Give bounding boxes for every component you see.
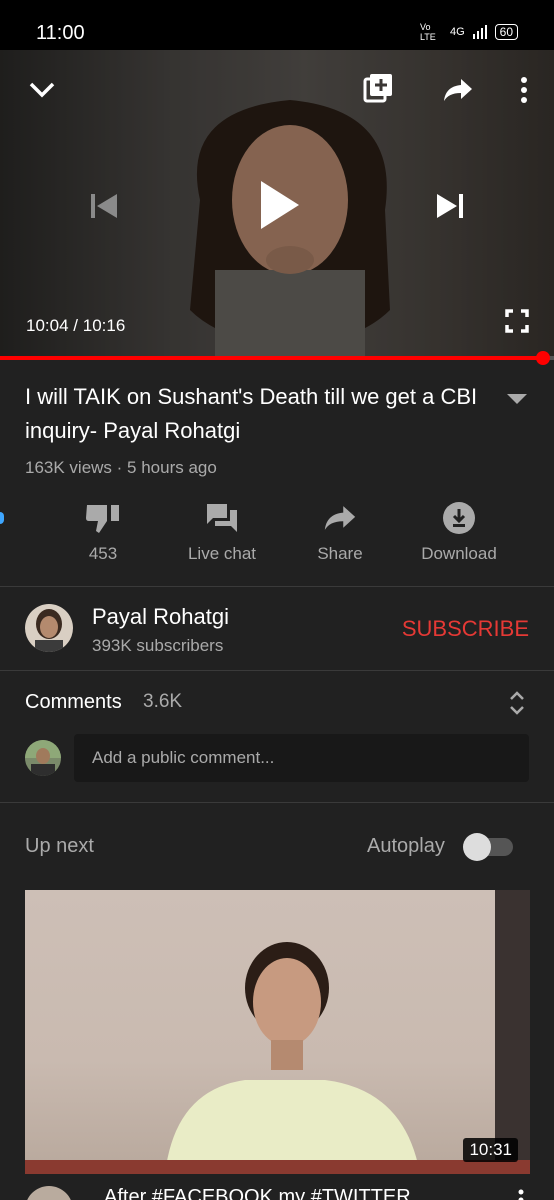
playlist-add-icon	[363, 74, 392, 103]
expand-comments-button[interactable]	[508, 690, 526, 721]
progress-fill	[0, 356, 544, 360]
more-vertical-icon	[521, 77, 527, 103]
fullscreen-button[interactable]	[500, 304, 534, 338]
download-label: Download	[421, 544, 497, 563]
share-button[interactable]: Share	[285, 498, 395, 564]
previous-button[interactable]	[84, 186, 124, 226]
action-row: 453 Live chat Share Download	[0, 498, 554, 578]
volte-icon: Vo LTE	[419, 22, 436, 42]
comments-count: 3.6K	[143, 691, 183, 712]
user-avatar	[25, 740, 61, 776]
progress-bar[interactable]	[0, 351, 554, 365]
share-icon	[444, 79, 472, 101]
thumbnail-image	[25, 890, 530, 1174]
next-channel-avatar[interactable]	[25, 1186, 73, 1200]
play-icon	[261, 181, 299, 229]
channel-avatar[interactable]	[25, 604, 73, 652]
time-total: 10:16	[82, 316, 126, 335]
signal-4g-label: 4G	[449, 26, 465, 38]
signal-bars-icon	[472, 25, 487, 39]
status-bar: 11:00 Vo LTE 4G 60	[0, 0, 554, 50]
live-chat-label: Live chat	[187, 544, 257, 563]
comments-label[interactable]: Comments	[25, 691, 122, 714]
skip-next-icon	[437, 194, 463, 218]
next-button[interactable]	[430, 186, 470, 226]
unfold-icon	[510, 691, 524, 715]
battery-icon: 60	[494, 24, 518, 40]
skip-previous-icon	[91, 194, 117, 218]
download-icon	[443, 502, 475, 534]
divider	[0, 586, 554, 587]
share-icon	[324, 506, 356, 530]
share-label: Share	[317, 544, 363, 563]
next-video-title[interactable]: After #FACEBOOK my #TWITTER	[104, 1186, 411, 1200]
add-to-playlist-button[interactable]	[360, 70, 396, 106]
time-separator: /	[73, 316, 79, 335]
progress-scrubber[interactable]	[536, 351, 551, 365]
video-meta: 163K views · 5 hours ago	[25, 458, 217, 477]
user-avatar-image	[25, 740, 61, 776]
more-vertical-icon	[518, 1189, 524, 1200]
live-chat-button[interactable]: Live chat	[167, 498, 277, 564]
channel-subscribers: 393K subscribers	[92, 636, 224, 655]
download-button[interactable]: Download	[404, 498, 514, 564]
video-player[interactable]: 10:04 / 10:16	[0, 50, 554, 360]
subscribe-button[interactable]: SUBSCRIBE	[402, 616, 529, 642]
dropdown-arrow-icon	[507, 394, 527, 404]
comment-input[interactable]: Add a public comment...	[74, 734, 529, 782]
more-options-button[interactable]	[512, 72, 536, 108]
thumbs-down-icon	[86, 505, 119, 533]
next-more-options-button[interactable]	[518, 1188, 524, 1200]
divider	[0, 802, 554, 803]
status-icons: Vo LTE 4G 60	[420, 22, 518, 42]
avatar-image	[35, 609, 63, 652]
chat-icon	[207, 504, 237, 532]
share-video-button[interactable]	[440, 72, 476, 108]
up-next-label: Up next	[25, 835, 94, 857]
video-duration: 10:31	[463, 1138, 518, 1162]
next-video-thumbnail[interactable]: 10:31	[25, 890, 530, 1174]
status-time: 11:00	[36, 22, 85, 44]
toggle-knob	[463, 833, 491, 861]
divider	[0, 670, 554, 671]
minimize-button[interactable]	[24, 72, 60, 108]
expand-description-button[interactable]	[506, 392, 528, 410]
play-button[interactable]	[252, 170, 308, 240]
video-title: I will TAIK on Sushant's Death till we g…	[25, 384, 478, 443]
time-readout: 10:04 / 10:16	[26, 316, 125, 336]
autoplay-label: Autoplay	[367, 835, 445, 857]
fullscreen-icon	[505, 309, 529, 333]
chevron-down-icon	[29, 82, 55, 98]
like-button-partial[interactable]	[0, 512, 4, 524]
dislike-button[interactable]: 453	[48, 498, 158, 564]
time-current: 10:04	[26, 316, 69, 335]
channel-name[interactable]: Payal Rohatgi	[92, 604, 229, 630]
autoplay-toggle[interactable]	[463, 833, 513, 861]
dislike-count: 453	[88, 544, 118, 563]
